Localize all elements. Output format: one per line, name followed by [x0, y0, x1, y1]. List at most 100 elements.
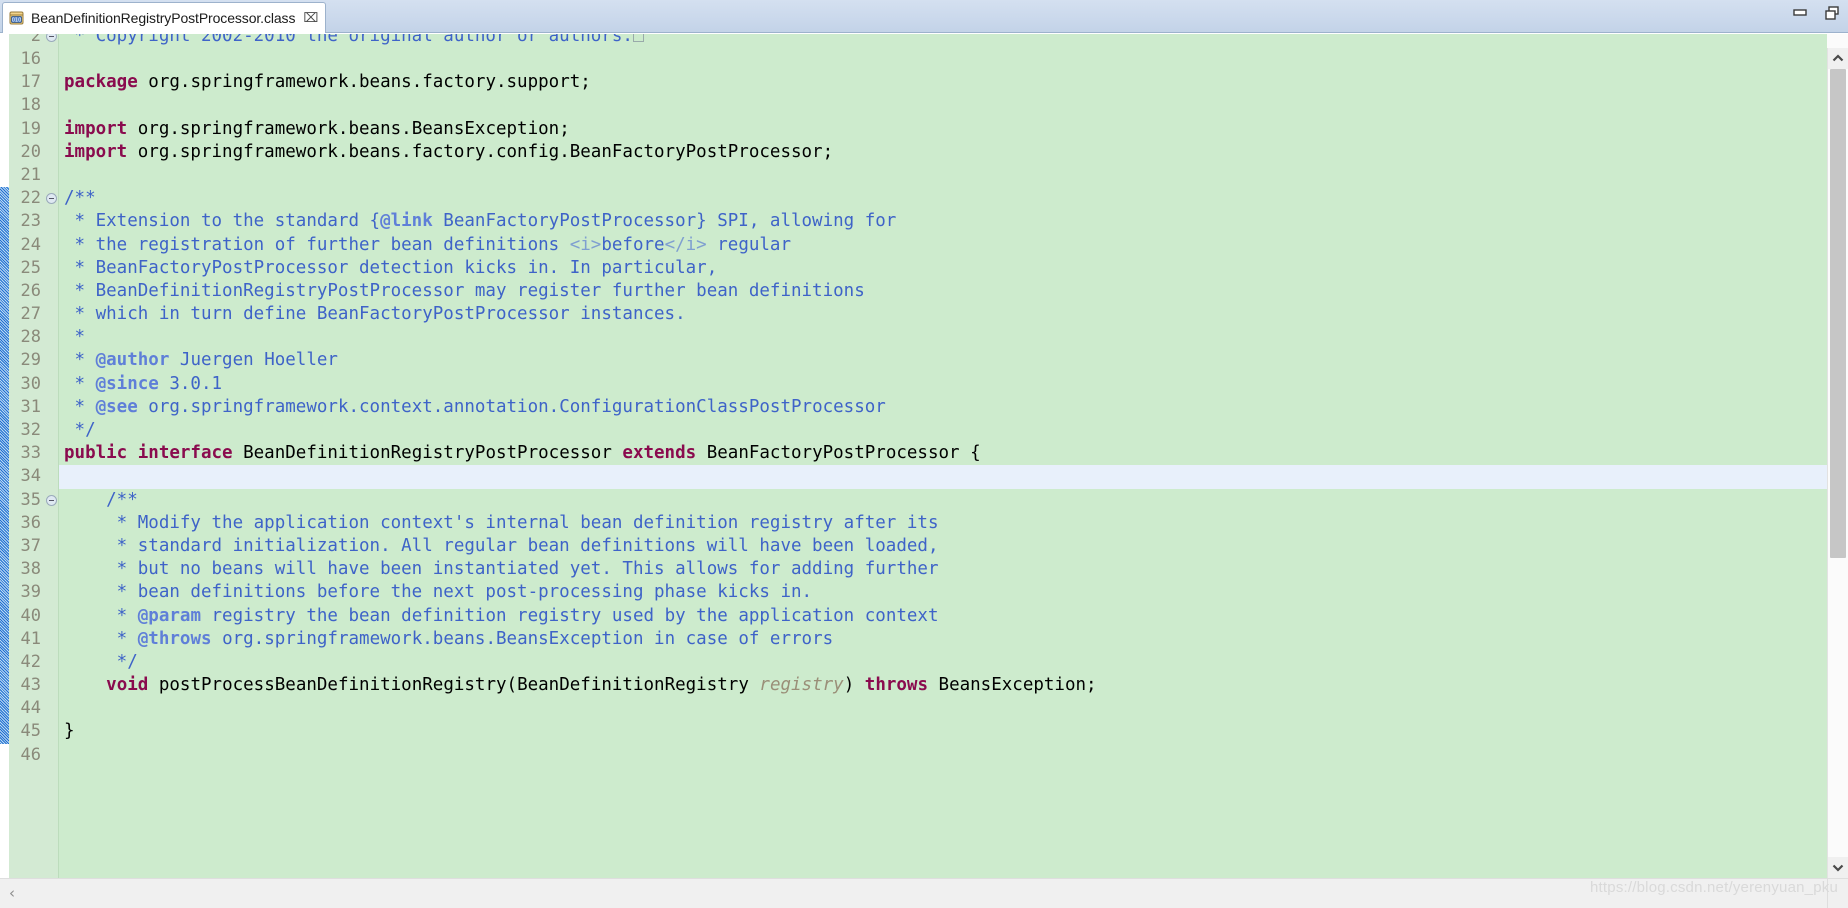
fold-cell-empty	[45, 558, 58, 581]
line-number: 29	[20, 350, 41, 371]
class-file-icon: 010	[9, 10, 25, 26]
code-line[interactable]: * @author Juergen Hoeller	[59, 349, 1827, 372]
editor-tab-bean-definition-registry-post-processor[interactable]: 010 BeanDefinitionRegistryPostProcessor.…	[2, 2, 327, 33]
code-line[interactable]: *	[59, 326, 1827, 349]
code-line[interactable]: * but no beans will have been instantiat…	[59, 558, 1827, 581]
code-line[interactable]: * BeanFactoryPostProcessor detection kic…	[59, 257, 1827, 280]
code-line[interactable]: * BeanDefinitionRegistryPostProcessor ma…	[59, 280, 1827, 303]
fold-cell-empty	[45, 720, 58, 743]
code-line[interactable]: package org.springframework.beans.factor…	[59, 71, 1827, 94]
line-number: 21	[20, 164, 41, 185]
code-line[interactable]: */	[59, 419, 1827, 442]
fold-cell-empty	[45, 535, 58, 558]
code-token: throws	[864, 675, 928, 696]
code-line[interactable]: * the registration of further bean defin…	[59, 234, 1827, 257]
fold-marker-icon[interactable]	[45, 34, 58, 48]
code-token: void	[106, 675, 149, 696]
line-number: 20	[20, 141, 41, 162]
code-token: * the registration of further bean defin…	[64, 234, 570, 255]
fold-cell-empty	[45, 48, 58, 71]
fold-cell-empty	[45, 141, 58, 164]
chevron-left-icon: ‹	[9, 884, 15, 902]
folding-column[interactable]	[45, 48, 58, 878]
line-number: 42	[20, 651, 41, 672]
fold-cell-empty	[45, 257, 58, 280]
code-token: *	[64, 605, 138, 626]
code-column-top: * Copyright 2002-2010 the original autho…	[58, 34, 1827, 48]
change-ruler[interactable]	[0, 48, 9, 878]
fold-cell-empty	[45, 581, 58, 604]
fold-column-top[interactable]	[45, 34, 58, 48]
code-line[interactable]: * @param registry the bean definition re…	[59, 605, 1827, 628]
code-text-area[interactable]: package org.springframework.beans.factor…	[58, 48, 1827, 878]
code-line[interactable]: public interface BeanDefinitionRegistryP…	[59, 442, 1827, 465]
code-line[interactable]: * @throws org.springframework.beans.Bean…	[59, 628, 1827, 651]
code-line[interactable]: * which in turn define BeanFactoryPostPr…	[59, 303, 1827, 326]
code-token: BeansException;	[928, 675, 1097, 696]
code-token: registry the bean definition registry us…	[200, 605, 939, 626]
line-number: 37	[20, 535, 41, 556]
window-controls	[1792, 5, 1840, 21]
code-line[interactable]: * @since 3.0.1	[59, 373, 1827, 396]
code-line-current[interactable]	[59, 465, 1827, 489]
line-number: 22	[20, 188, 41, 209]
code-token: /**	[64, 188, 96, 209]
fold-marker-icon[interactable]	[45, 489, 58, 512]
code-line[interactable]: void postProcessBeanDefinitionRegistry(B…	[59, 674, 1827, 697]
partial-code-text: * Copyright 2002-2010 the original autho…	[59, 34, 1827, 48]
code-line[interactable]: /**	[59, 187, 1827, 210]
scroll-left-button[interactable]: ‹	[0, 880, 24, 908]
close-icon[interactable]: ⌧	[301, 12, 318, 25]
code-line[interactable]: * standard initialization. All regular b…	[59, 535, 1827, 558]
code-token: 3.0.1	[158, 373, 223, 394]
code-line[interactable]: * Extension to the standard {@link BeanF…	[59, 210, 1827, 233]
code-token: package	[64, 72, 138, 93]
editor-tab-bar: 010 BeanDefinitionRegistryPostProcessor.…	[0, 0, 1848, 33]
line-number: 41	[20, 628, 41, 649]
minimize-icon[interactable]	[1792, 5, 1808, 21]
horizontal-scrollbar[interactable]: ‹ ›	[0, 878, 1848, 908]
code-line[interactable]: /**	[59, 489, 1827, 512]
vertical-scroll-track[interactable]	[1828, 69, 1848, 857]
folded-region-glyph[interactable]	[632, 34, 644, 42]
fold-cell-empty	[45, 396, 58, 419]
line-number-gutter: 16 17 18 19 20 21 22 23 24 25 26 27 28 29 30 31 32 33 34 35…	[9, 48, 45, 878]
scrollbar-corner	[1827, 879, 1848, 908]
code-line[interactable]	[59, 164, 1827, 187]
code-token: *	[64, 396, 96, 417]
restore-icon[interactable]	[1824, 5, 1840, 21]
code-line[interactable]	[59, 48, 1827, 71]
code-line[interactable]: * Modify the application context's inter…	[59, 512, 1827, 535]
code-line[interactable]	[59, 744, 1827, 767]
vertical-scroll-thumb[interactable]	[1830, 69, 1846, 558]
code-token: extends	[622, 443, 697, 464]
line-number: 39	[20, 582, 41, 603]
scroll-up-button[interactable]	[1828, 48, 1848, 69]
vertical-scrollbar[interactable]	[1827, 48, 1848, 878]
fold-cell-empty	[45, 744, 58, 767]
line-number: 35	[20, 489, 41, 510]
chevron-up-icon	[1832, 54, 1844, 62]
code-line[interactable]: * bean definitions before the next post-…	[59, 581, 1827, 604]
line-number: 36	[20, 512, 41, 533]
code-token: org.springframework.beans.factory.config…	[127, 141, 834, 162]
line-number: 23	[20, 211, 41, 232]
code-token: import	[64, 118, 128, 139]
scroll-down-button[interactable]	[1828, 857, 1848, 878]
fold-cell-empty	[45, 94, 58, 117]
line-number: 19	[20, 118, 41, 139]
fold-cell-empty	[45, 651, 58, 674]
code-token: BeanDefinitionRegistryPostProcessor	[232, 443, 623, 464]
code-line[interactable]	[59, 697, 1827, 720]
code-line[interactable]: * @see org.springframework.context.annot…	[59, 396, 1827, 419]
code-token: )	[843, 675, 865, 696]
line-number: 38	[20, 559, 41, 580]
code-line[interactable]: }	[59, 720, 1827, 743]
code-line[interactable]: */	[59, 651, 1827, 674]
fold-marker-icon[interactable]	[45, 187, 58, 210]
code-line[interactable]: import org.springframework.beans.BeansEx…	[59, 118, 1827, 141]
code-line[interactable]: import org.springframework.beans.factory…	[59, 141, 1827, 164]
line-number: 25	[20, 257, 41, 278]
svg-text:010: 010	[12, 18, 22, 24]
code-line[interactable]	[59, 94, 1827, 117]
